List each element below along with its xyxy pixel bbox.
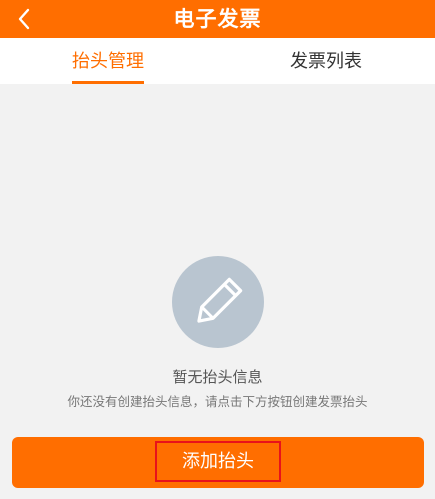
add-title-button-label: 添加抬头 — [155, 441, 281, 482]
empty-state-title: 暂无抬头信息 — [172, 368, 263, 386]
page-title: 电子发票 — [173, 7, 262, 31]
empty-state-description: 你还没有创建抬头信息，请点击下方按钮创建发票抬头 — [67, 394, 368, 409]
add-title-button[interactable]: 添加抬头 — [12, 437, 424, 488]
tab-invoice-list[interactable]: 发票列表 — [276, 38, 376, 84]
empty-state-illustration — [172, 256, 264, 348]
active-tab-indicator — [72, 81, 144, 84]
tab-bar: 抬头管理 发票列表 — [0, 38, 435, 84]
pencil-icon — [197, 277, 243, 323]
tab-title-management[interactable]: 抬头管理 — [58, 38, 158, 84]
app-header: 电子发票 — [0, 0, 435, 38]
